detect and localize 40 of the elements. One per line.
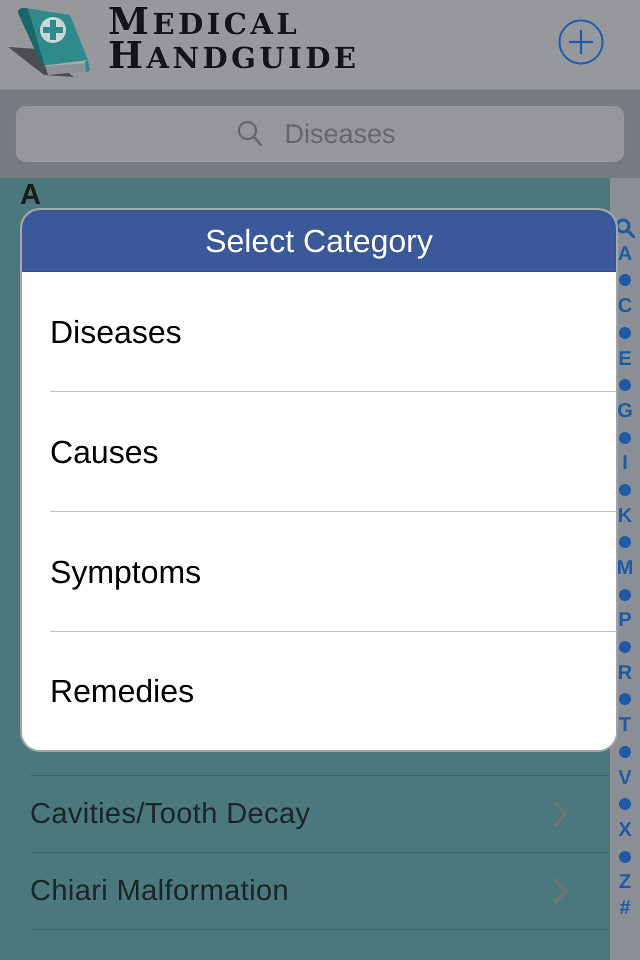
search-icon[interactable] bbox=[615, 218, 635, 238]
plus-circle-icon bbox=[558, 18, 604, 64]
index-letter[interactable]: M bbox=[616, 558, 634, 580]
dot-icon[interactable] bbox=[619, 432, 631, 444]
dot-icon[interactable] bbox=[619, 326, 631, 339]
dot-icon[interactable] bbox=[619, 379, 631, 392]
dot-icon[interactable] bbox=[619, 850, 631, 863]
section-letter: A bbox=[20, 181, 41, 209]
list-row[interactable]: Cavities/Tooth Decay bbox=[30, 776, 610, 853]
app-title: HANDGUIDE bbox=[108, 40, 360, 74]
index-letter[interactable]: T bbox=[618, 715, 632, 736]
index-letter[interactable]: X bbox=[618, 820, 632, 841]
dot-icon[interactable] bbox=[619, 641, 631, 654]
dialog-title: Select Category bbox=[22, 210, 616, 272]
dot-icon[interactable] bbox=[619, 693, 631, 706]
row-title: Cavities/Tooth Decay bbox=[30, 798, 312, 830]
chevron-icon bbox=[552, 800, 568, 828]
dot-icon[interactable] bbox=[619, 274, 631, 286]
index-letter[interactable]: E bbox=[618, 348, 632, 370]
index-letter[interactable]: P bbox=[618, 610, 632, 632]
index-letter[interactable]: I bbox=[622, 453, 628, 474]
index-letter[interactable]: # bbox=[619, 898, 631, 920]
list-row[interactable]: Chiari Malformation bbox=[30, 853, 610, 930]
index-letter[interactable]: V bbox=[618, 768, 632, 789]
add-button[interactable] bbox=[558, 18, 604, 64]
dot-icon[interactable] bbox=[619, 588, 631, 601]
index-letter[interactable]: K bbox=[618, 506, 632, 527]
chevron-icon bbox=[552, 877, 568, 905]
index-letter[interactable]: G bbox=[617, 400, 633, 422]
index-letter[interactable]: C bbox=[618, 296, 632, 318]
index-letter[interactable]: Z bbox=[618, 872, 632, 894]
index-letter[interactable]: A bbox=[618, 244, 632, 265]
search-icon bbox=[237, 120, 262, 146]
dot-icon[interactable] bbox=[619, 746, 631, 758]
app-title: MEDICAL bbox=[108, 6, 300, 40]
dot-icon[interactable] bbox=[619, 536, 631, 548]
dot-icon[interactable] bbox=[619, 798, 631, 810]
index-letter[interactable]: R bbox=[618, 662, 632, 684]
dot-icon[interactable] bbox=[619, 484, 631, 496]
row-title: Chiari Malformation bbox=[30, 874, 290, 908]
